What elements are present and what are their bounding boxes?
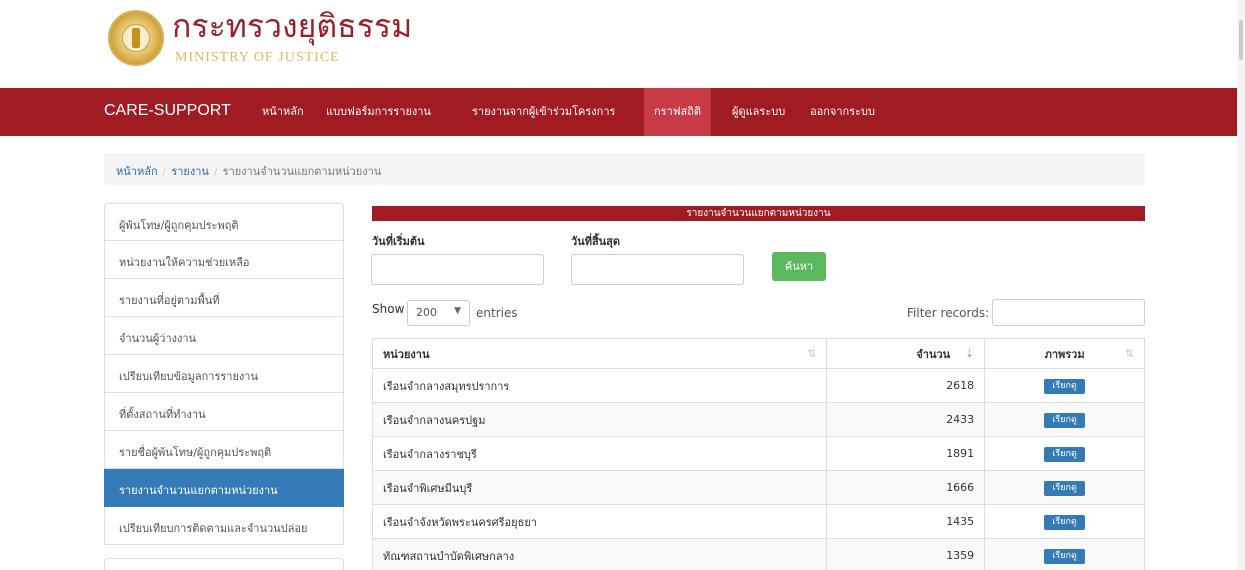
action-cell: เรียกดู [984, 436, 1145, 471]
count-cell: 1435 [826, 504, 986, 539]
table-row: เรือนจำจังหวัดพระนครศรีอยุธยา 1435 เรียก… [371, 504, 1145, 539]
sort-desc-icon: ⇣ [964, 347, 975, 360]
table-row: เรือนจำกลางสมุทรปราการ 2618 เรียกดู [371, 368, 1145, 403]
view-button[interactable]: เรียกดู [1044, 412, 1085, 428]
table-row: เรือนจำพิเศษมีนบุรี 1666 เรียกดู [371, 470, 1145, 505]
sidebar-item-released-prisoners[interactable]: ผู้พ้นโทษ/ผู้ถูกคุมประพฤติ [104, 203, 344, 241]
action-cell: เรียกดู [984, 470, 1145, 505]
column-overview-label: ภาพรวม [1044, 347, 1085, 361]
sidebar-menu: ผู้พ้นโทษ/ผู้ถูกคุมประพฤติ หน่วยงานให้คว… [104, 203, 344, 545]
agency-cell: เรือนจำกลางนครปฐม [371, 402, 828, 437]
sidebar-item-assistance-agencies[interactable]: หน่วยงานให้ความช่วยเหลือ [104, 241, 344, 279]
sidebar-item-workplace-locations[interactable]: ที่ตั้งสถานที่ทำงาน [104, 393, 344, 431]
sidebar-secondary-panel [104, 558, 344, 570]
breadcrumb: หน้าหลัก / รายงาน / รายงานจำนวนแยกตามหน่วยงา… [104, 153, 1145, 185]
top-navbar: CARE-SUPPORT หน้าหลัก แบบฟอร์มการรายงาน … [0, 88, 1237, 136]
seal-emblem [132, 28, 140, 48]
chevron-down-icon: ▼ [454, 306, 461, 316]
sort-icon: ⇅ [807, 347, 817, 360]
action-cell: เรียกดู [984, 538, 1145, 570]
breadcrumb-separator: / [162, 165, 167, 178]
site-header: กระทรวงยุติธรรม MINISTRY OF JUSTICE [0, 0, 1245, 86]
scrollbar-thumb[interactable] [1239, 20, 1243, 60]
sidebar-item-count-by-agency[interactable]: รายงานจำนวนแยกตามหน่วยงาน [104, 469, 344, 507]
view-button[interactable]: เรียกดู [1044, 548, 1085, 564]
agency-cell: เรือนจำกลางราชบุรี [371, 436, 828, 471]
logo-english-text[interactable]: MINISTRY OF JUSTICE [175, 50, 340, 66]
agency-cell: ทัณฑสถานบำบัดพิเศษกลาง [371, 538, 828, 570]
agency-cell: เรือนจำจังหวัดพระนครศรีอยุธยา [371, 504, 828, 539]
view-button[interactable]: เรียกดู [1044, 514, 1085, 530]
nav-item-home[interactable]: หน้าหลัก [252, 88, 314, 136]
end-date-input[interactable] [571, 254, 744, 285]
table-row: ทัณฑสถานบำบัดพิเศษกลาง 1359 เรียกดู [371, 538, 1145, 570]
navbar-brand[interactable]: CARE-SUPPORT [104, 102, 231, 120]
table-row: เรือนจำกลางนครปฐม 2433 เรียกดู [371, 402, 1145, 437]
count-cell: 2433 [826, 402, 986, 437]
view-button[interactable]: เรียกดู [1044, 480, 1085, 496]
page-size-select[interactable]: 200 ▼ [407, 300, 470, 326]
search-button[interactable]: ค้นหา [772, 252, 826, 281]
agency-cell: เรือนจำกลางสมุทรปราการ [371, 368, 828, 403]
column-header-count[interactable]: จำนวน ⇣ [826, 338, 986, 369]
count-cell: 1666 [826, 470, 986, 505]
table-row: เรือนจำกลางราชบุรี 1891 เรียกดู [371, 436, 1145, 471]
nav-item-statistics-graph[interactable]: กราฟสถิติ [644, 88, 712, 136]
view-button[interactable]: เรียกดู [1044, 446, 1085, 462]
column-agency-label: หน่วยงาน [383, 347, 430, 361]
ministry-seal-logo[interactable] [108, 10, 164, 66]
sort-icon: ⇅ [1124, 347, 1134, 360]
nav-item-logout[interactable]: ออกจากระบบ [800, 88, 885, 136]
column-header-agency[interactable]: หน่วยงาน ⇅ [371, 338, 828, 369]
panel-title: รายงานจำนวนแยกตามหน่วยงาน [372, 206, 1145, 221]
action-cell: เรียกดู [984, 402, 1145, 437]
view-button[interactable]: เรียกดู [1044, 378, 1085, 394]
count-cell: 1891 [826, 436, 986, 471]
filter-records-input[interactable] [992, 299, 1145, 326]
nav-item-participant-reports[interactable]: รายงานจากผู้เข้าร่วมโครงการ [462, 88, 625, 136]
action-cell: เรียกดู [984, 368, 1145, 403]
sidebar-item-released-list[interactable]: รายชื่อผู้พ้นโทษ/ผู้ถูกคุมประพฤติ [104, 431, 344, 469]
count-cell: 2618 [826, 368, 986, 403]
breadcrumb-report[interactable]: รายงาน [171, 165, 209, 178]
action-cell: เรียกดู [984, 504, 1145, 539]
sidebar-item-unemployed-count[interactable]: จำนวนผู้ว่างงาน [104, 317, 344, 355]
agency-count-table: หน่วยงาน ⇅ จำนวน ⇣ ภาพรวม ⇅ เรือนจำกลางสมุท… [371, 338, 1145, 570]
filter-label: Filter records: [907, 306, 990, 320]
entries-label: entries [476, 306, 518, 320]
sidebar-item-address-by-area[interactable]: รายงานที่อยู่ตามพื้นที่ [104, 279, 344, 317]
column-count-label: จำนวน [916, 347, 951, 361]
breadcrumb-current: รายงานจำนวนแยกตามหน่วยงาน [222, 165, 382, 178]
start-date-label: วันที่เริ่มต้น [372, 235, 425, 248]
show-label: Show [372, 302, 405, 316]
end-date-label: วันที่สิ้นสุด [571, 235, 621, 248]
sidebar-item-compare-followup[interactable]: เปรียบเทียบการติดตามและจำนวนปล่อย [104, 507, 344, 545]
page-size-value: 200 [416, 306, 437, 319]
nav-item-report-form[interactable]: แบบฟอร์มการรายงาน [316, 88, 441, 136]
breadcrumb-separator: / [213, 165, 218, 178]
agency-cell: เรือนจำพิเศษมีนบุรี [371, 470, 828, 505]
count-cell: 1359 [826, 538, 986, 570]
table-header-row: หน่วยงาน ⇅ จำนวน ⇣ ภาพรวม ⇅ [371, 338, 1145, 369]
start-date-input[interactable] [371, 254, 544, 285]
logo-thai-text[interactable]: กระทรวงยุติธรรม [172, 10, 412, 42]
breadcrumb-home[interactable]: หน้าหลัก [116, 165, 158, 178]
page-scrollbar[interactable] [1237, 0, 1245, 570]
column-header-overview[interactable]: ภาพรวม ⇅ [984, 338, 1145, 369]
sidebar-item-compare-reports[interactable]: เปรียบเทียบข้อมูลการรายงาน [104, 355, 344, 393]
nav-item-admin[interactable]: ผู้ดูแลระบบ [722, 88, 795, 136]
